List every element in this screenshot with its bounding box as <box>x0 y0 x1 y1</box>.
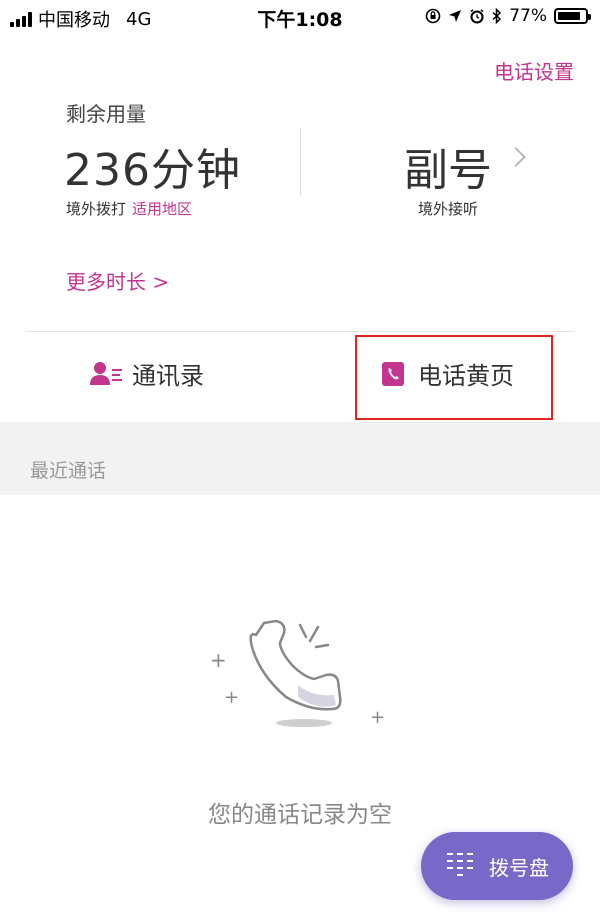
orientation-lock-icon <box>425 8 441 24</box>
contacts-entry[interactable]: 通讯录 <box>90 356 204 391</box>
contacts-label: 通讯录 <box>132 362 204 390</box>
status-bar: 中国移动 4G 下午1:08 77% <box>0 0 600 34</box>
remaining-minutes-value: 236分钟 <box>64 145 241 196</box>
abroad-call-row: 境外拨打 适用地区 <box>66 198 192 219</box>
usage-divider <box>300 128 301 196</box>
bluetooth-icon <box>492 8 502 24</box>
battery-icon <box>554 8 591 24</box>
phone-settings-link[interactable]: 电话设置 <box>494 56 574 85</box>
battery-percent: 77% <box>509 6 547 26</box>
empty-phone-icon: + + + <box>210 619 385 728</box>
abroad-answer-label: 境外接听 <box>418 200 479 218</box>
recent-calls-title: 最近通话 <box>30 460 107 482</box>
chevron-right-icon[interactable] <box>506 147 526 167</box>
applicable-region-link[interactable]: 适用地区 <box>132 200 192 218</box>
svg-text:+: + <box>370 707 385 728</box>
sub-number-title[interactable]: 副号 <box>404 134 492 198</box>
location-arrow-icon <box>449 10 462 22</box>
dialpad-icon <box>447 853 473 876</box>
section-divider <box>25 331 575 332</box>
contacts-icon <box>90 361 122 385</box>
dialpad-label: 拨号盘 <box>489 855 549 880</box>
svg-text:+: + <box>210 648 227 672</box>
more-duration-link[interactable]: 更多时长 > <box>66 266 169 295</box>
empty-call-log-message: 您的通话记录为空 <box>208 802 392 828</box>
dialpad-button[interactable]: 拨号盘 <box>421 832 573 900</box>
remaining-usage-label: 剩余用量 <box>66 102 146 126</box>
svg-text:+: + <box>224 687 239 708</box>
alarm-icon <box>470 9 484 24</box>
highlight-annotation-box <box>355 335 553 420</box>
abroad-call-label: 境外拨打 <box>66 200 127 218</box>
status-right: 77% <box>425 6 591 26</box>
